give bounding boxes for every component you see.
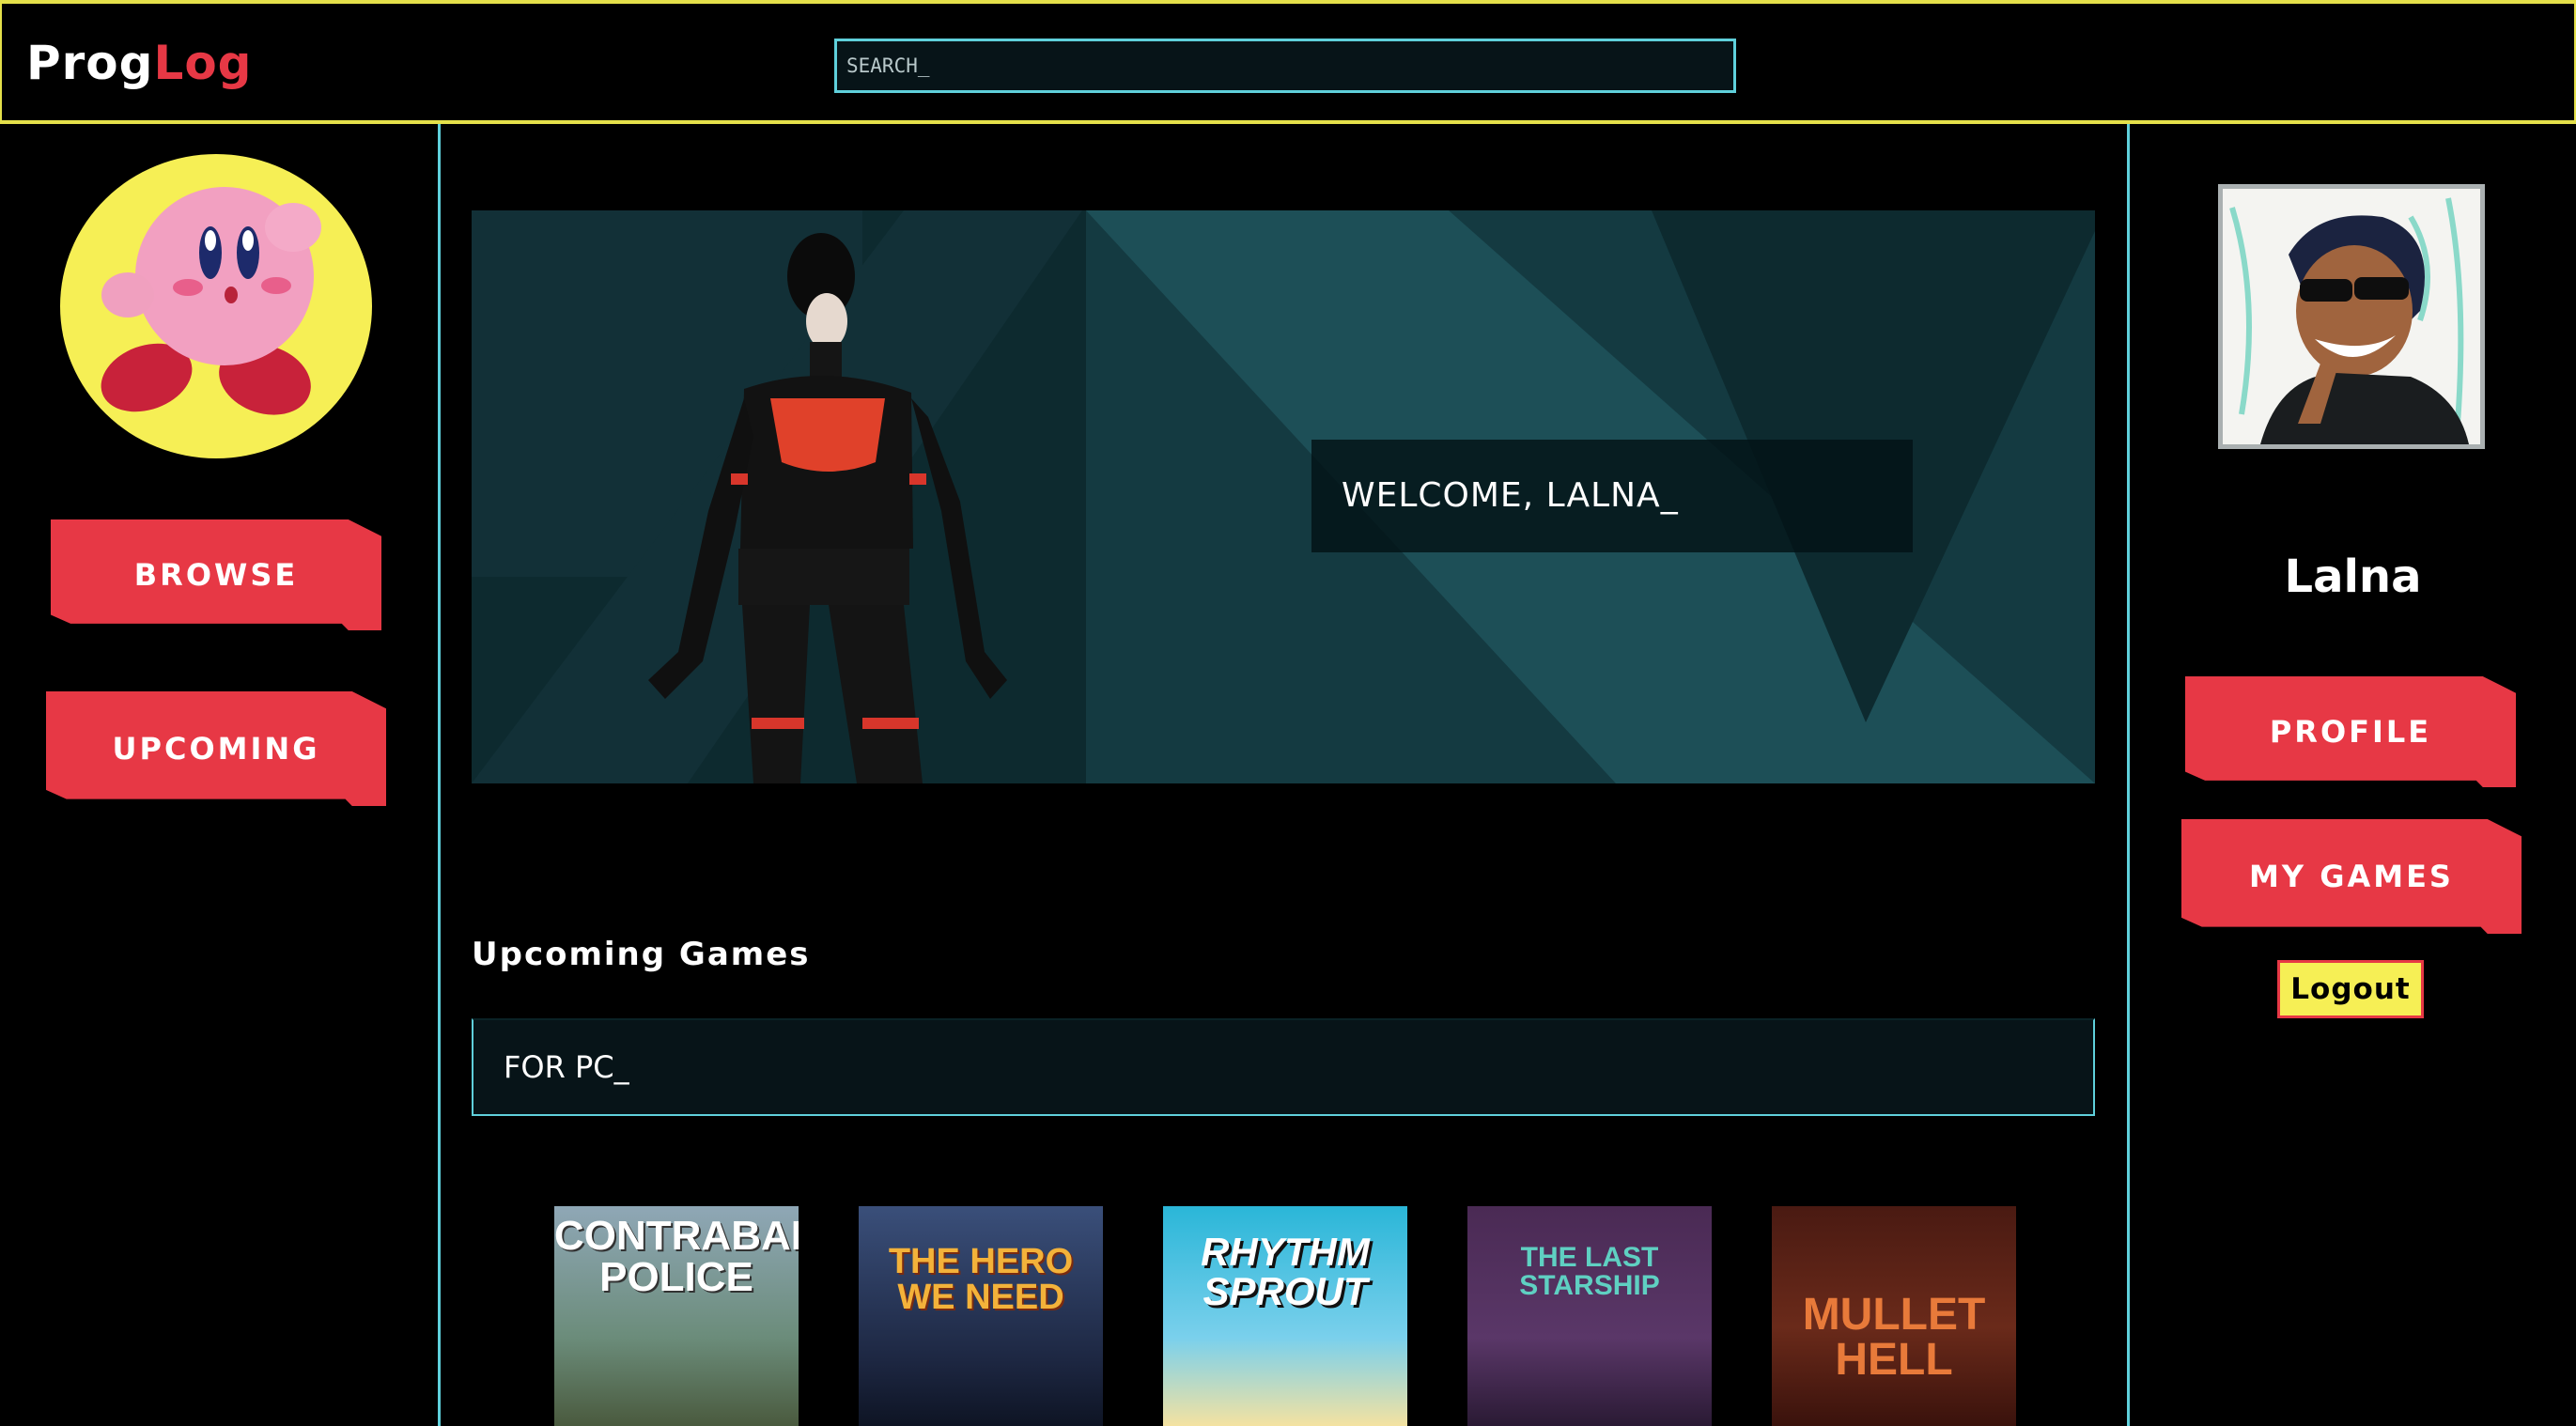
logo-prog: Prog: [26, 36, 154, 90]
platform-filter-pc[interactable]: FOR PC_: [472, 1018, 2095, 1116]
game-cover-the-hero-we-need[interactable]: THE HERO WE NEED: [859, 1206, 1103, 1426]
welcome-banner: WELCOME, LALNA_: [1311, 440, 1913, 552]
upcoming-button[interactable]: UPCOMING: [46, 691, 386, 806]
top-bar: ProgLog: [0, 0, 2576, 124]
kirby-avatar: [60, 154, 372, 458]
search-input[interactable]: [834, 39, 1736, 93]
user-portrait-icon: [2223, 189, 2480, 444]
game-title: THE LAST STARSHIP: [1519, 1242, 1660, 1301]
game-cover-rhythm-sprout[interactable]: RHYTHM SPROUT: [1163, 1206, 1407, 1426]
right-sidebar: Lalna PROFILE MY GAMES: [2130, 124, 2576, 1426]
left-sidebar: BROWSE UPCOMING: [0, 124, 438, 1426]
logout-button[interactable]: Logout: [2277, 960, 2424, 1018]
kirby-icon: [101, 187, 321, 415]
game-title: THE HERO WE NEED: [888, 1242, 1074, 1317]
upcoming-games-grid: CONTRABAND POLICE THE HERO WE NEED RHYTH…: [472, 1206, 2095, 1426]
left-divider: [438, 124, 441, 1426]
user-avatar[interactable]: [2218, 184, 2485, 449]
my-games-button[interactable]: MY GAMES: [2181, 819, 2522, 934]
profile-button[interactable]: PROFILE: [2185, 676, 2516, 787]
hero-banner: WELCOME, LALNA_: [472, 210, 2095, 783]
logo-log: Log: [153, 36, 253, 90]
browse-button[interactable]: BROWSE: [51, 519, 381, 630]
game-title: CONTRABAND POLICE: [554, 1213, 799, 1300]
username-label: Lalna: [2284, 550, 2422, 603]
upcoming-games-heading: Upcoming Games: [472, 936, 811, 973]
game-cover-the-last-starship[interactable]: THE LAST STARSHIP: [1467, 1206, 1712, 1426]
game-title: RHYTHM SPROUT: [1201, 1230, 1370, 1313]
game-cover-mullet-hell[interactable]: MULLET HELL: [1772, 1206, 2016, 1426]
game-cover-contraband-police[interactable]: CONTRABAND POLICE: [554, 1206, 799, 1426]
game-title: MULLET HELL: [1802, 1290, 1986, 1385]
app-logo[interactable]: ProgLog: [26, 36, 252, 90]
